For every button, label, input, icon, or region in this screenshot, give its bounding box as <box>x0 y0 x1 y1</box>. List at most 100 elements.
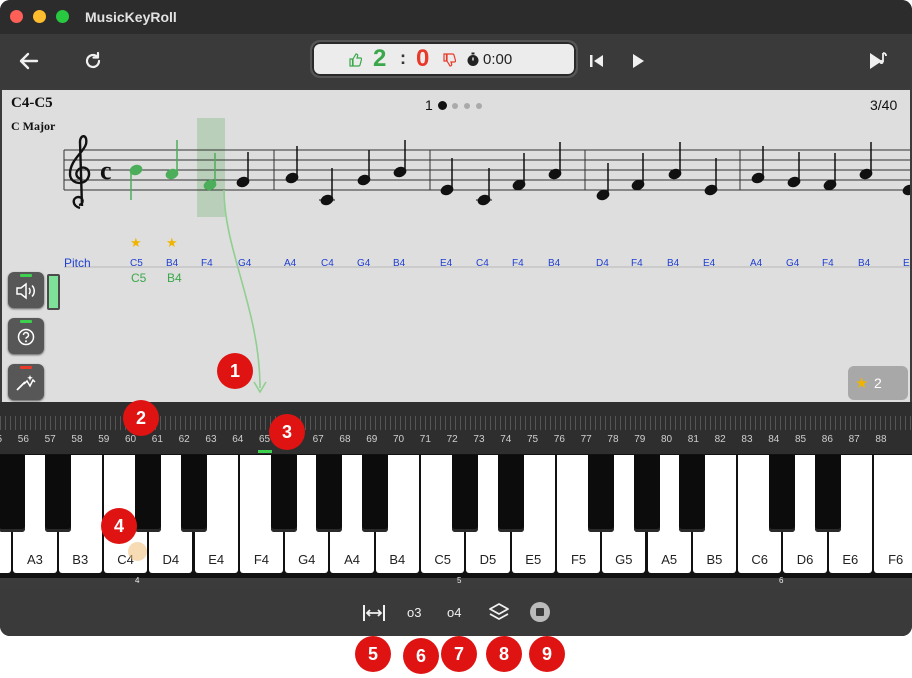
black-key[interactable] <box>588 455 615 532</box>
key-label: E5 <box>525 552 542 567</box>
callout-marker-7: 7 <box>441 636 477 672</box>
back-arrow-icon[interactable] <box>18 50 40 76</box>
skip-to-start-icon[interactable] <box>588 52 606 74</box>
black-key[interactable] <box>361 455 388 532</box>
pitch-note: F4 <box>512 258 524 269</box>
play-icon[interactable] <box>629 52 647 74</box>
pitch-note: G4 <box>357 258 371 269</box>
ruler-number: 79 <box>634 434 646 445</box>
key-label: D6 <box>796 552 814 567</box>
key-label: B3 <box>72 552 89 567</box>
minimize-window-button[interactable] <box>33 10 46 23</box>
thumbs-up-icon <box>349 53 362 67</box>
wrong-count: 0 <box>416 45 430 72</box>
key-label: E4 <box>208 552 225 567</box>
pitch-note: B4 <box>858 258 871 269</box>
black-key[interactable] <box>135 455 162 532</box>
pitch-note: E4 <box>703 258 716 269</box>
black-key[interactable] <box>769 455 796 532</box>
black-key[interactable] <box>316 455 343 532</box>
callout-marker-2: 2 <box>123 400 159 436</box>
pitch-note: B4 <box>393 258 406 269</box>
key-label: G4 <box>298 552 316 567</box>
black-key[interactable] <box>452 455 479 532</box>
black-key[interactable] <box>44 455 71 532</box>
callout-marker-8: 8 <box>486 636 522 672</box>
key-label: D4 <box>162 552 180 567</box>
black-key[interactable] <box>0 455 26 532</box>
black-key[interactable] <box>271 455 298 532</box>
ruler-number: 64 <box>232 434 244 445</box>
pitch-note: C5 <box>130 258 143 269</box>
star-icon: ★ <box>166 235 178 250</box>
ruler-number: 85 <box>795 434 807 445</box>
close-window-button[interactable] <box>10 10 23 23</box>
ruler-number: 76 <box>553 434 565 445</box>
pitch-note: C4 <box>321 258 334 269</box>
current-position-marker <box>258 450 272 453</box>
window-title: MusicKeyRoll <box>85 9 177 25</box>
pitch-note: A4 <box>750 258 763 269</box>
pitch-note: G4 <box>786 258 800 269</box>
black-key[interactable] <box>814 455 841 532</box>
ruler-number: 84 <box>768 434 780 445</box>
pitch-note: B4 <box>166 258 179 269</box>
ruler-number: 78 <box>607 434 619 445</box>
ruler-number: 80 <box>661 434 673 445</box>
pitch-note: G4 <box>238 258 252 269</box>
help-button[interactable] <box>8 318 44 354</box>
zoom-window-button[interactable] <box>56 10 69 23</box>
octave-label: 6 <box>779 576 784 585</box>
ruler-number: 74 <box>500 434 512 445</box>
question-icon <box>17 328 35 346</box>
pitch-note: F4 <box>631 258 643 269</box>
key-press-indicator <box>128 542 147 561</box>
ruler-number: 55 <box>0 434 2 445</box>
key-label: B4 <box>389 552 406 567</box>
callout-marker-3: 3 <box>269 414 305 450</box>
octave-down-button[interactable]: o3 <box>407 605 421 620</box>
callout-marker-4: 4 <box>101 508 137 544</box>
ruler-number: 77 <box>580 434 592 445</box>
black-key[interactable] <box>497 455 524 532</box>
key-label: F5 <box>570 552 587 567</box>
ruler-number: 70 <box>393 434 405 445</box>
refresh-icon[interactable] <box>82 50 104 76</box>
fit-width-icon[interactable] <box>362 604 386 622</box>
callout-marker-6: 6 <box>403 638 439 674</box>
ruler-number: 62 <box>178 434 190 445</box>
ruler-number: 81 <box>687 434 699 445</box>
music-settings-icon[interactable] <box>866 49 890 77</box>
ruler-number: 83 <box>741 434 753 445</box>
timer: 0:00 <box>483 51 513 68</box>
ruler-number: 67 <box>312 434 324 445</box>
black-key[interactable] <box>633 455 660 532</box>
ruler-number: 86 <box>821 434 833 445</box>
white-key[interactable]: F6 <box>874 455 912 573</box>
played-note: C5 <box>131 271 147 285</box>
star-count-badge[interactable]: ★ 2 <box>848 366 908 400</box>
ruler-number: 72 <box>446 434 458 445</box>
correct-count: 2 <box>373 45 387 72</box>
layers-icon[interactable] <box>488 602 510 622</box>
callout-marker-5: 5 <box>355 636 391 672</box>
key-label: G3 <box>0 552 11 567</box>
pitch-note: B4 <box>667 258 680 269</box>
notation-stage: C4-C5 C Major 1 3/40 c ★ ★ Pitch C5 B4 F… <box>2 90 910 402</box>
stop-icon[interactable] <box>529 601 551 623</box>
octave-up-button[interactable]: o4 <box>447 605 461 620</box>
sound-button[interactable] <box>8 272 44 308</box>
ruler-number: 69 <box>366 434 378 445</box>
ruler-number: 56 <box>17 434 29 445</box>
pitch-label: Pitch <box>64 256 91 270</box>
auto-play-button[interactable] <box>8 364 44 400</box>
volume-level[interactable] <box>47 274 60 310</box>
star-count: 2 <box>874 375 882 391</box>
callout-marker-9: 9 <box>529 636 565 672</box>
star-icon: ★ <box>855 375 869 392</box>
black-key[interactable] <box>180 455 207 532</box>
black-key[interactable] <box>678 455 705 532</box>
key-label: E6 <box>842 552 859 567</box>
svg-text:c: c <box>100 156 112 185</box>
bottom-toolbar: o3 o4 <box>0 588 912 636</box>
